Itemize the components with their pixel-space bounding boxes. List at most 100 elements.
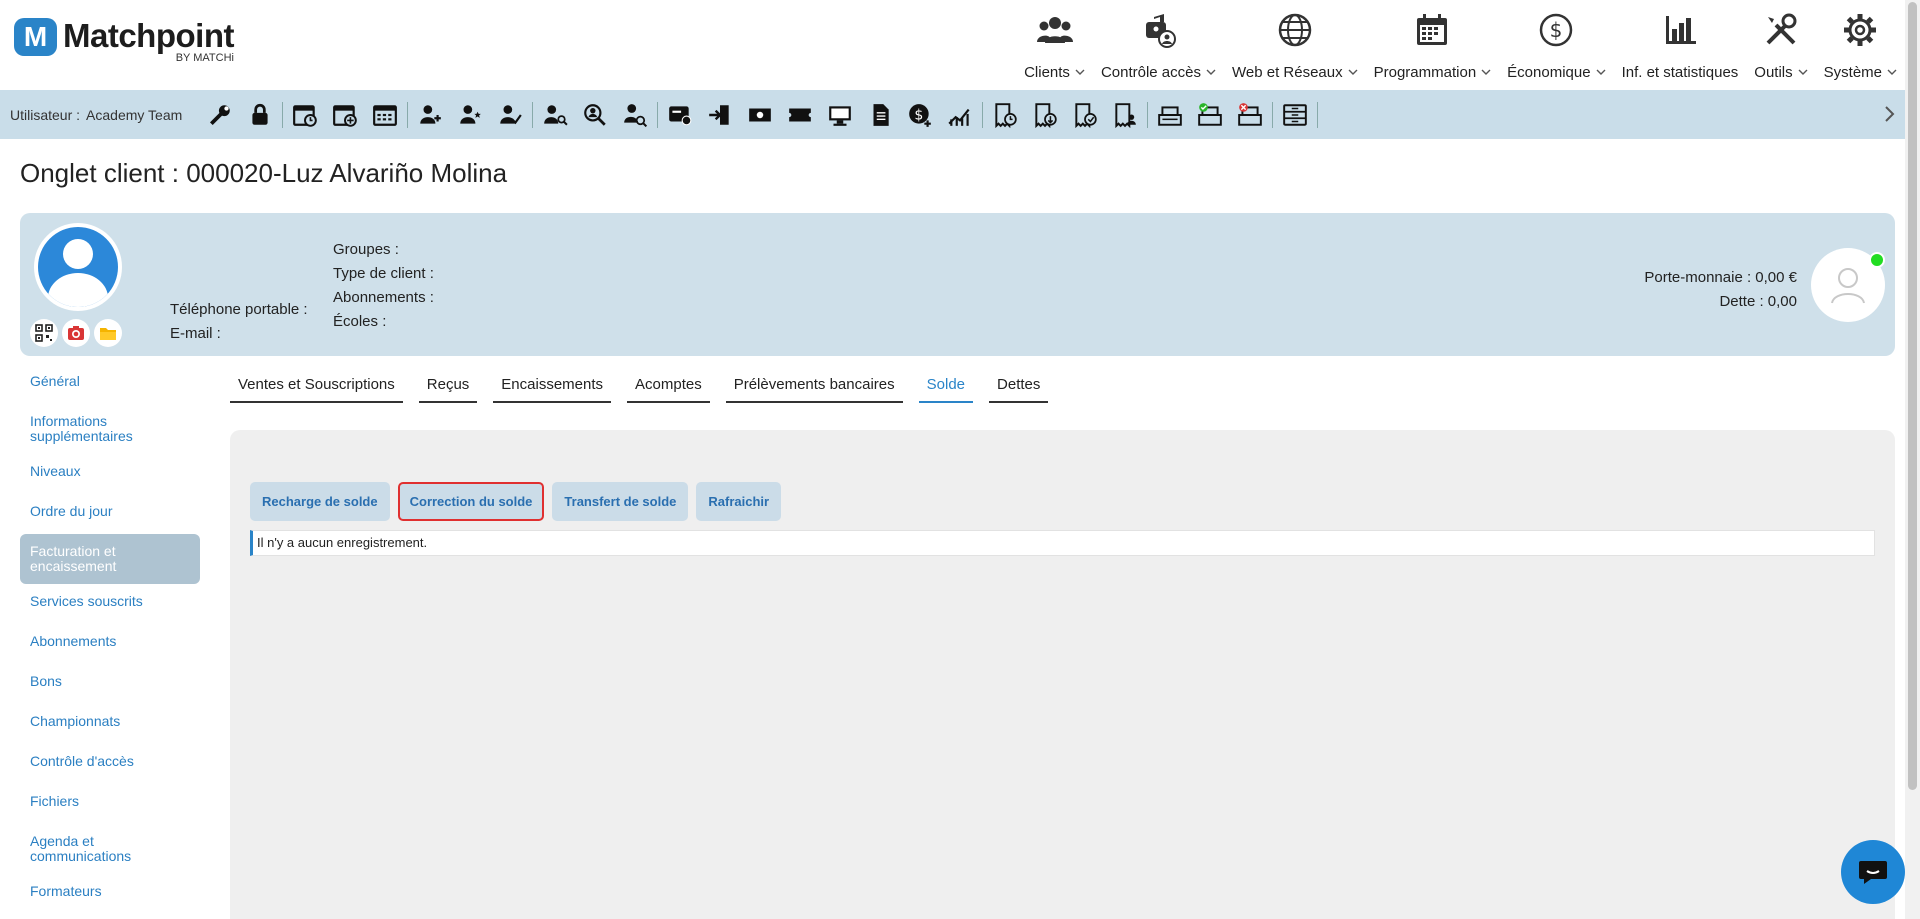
tab-2[interactable]: Encaissements [493,374,612,403]
receipt-check-icon[interactable] [1065,95,1105,135]
sidebar-item-11[interactable]: Agenda et communications [20,824,200,874]
nav-item-1[interactable]: Contrôle accès [1093,0,1224,90]
logo-mark: M [14,18,57,56]
nav-item-label: Outils [1754,64,1793,81]
tab-0[interactable]: Ventes et Souscriptions [230,374,403,403]
tab-1[interactable]: Reçus [418,374,478,403]
wrench-icon[interactable] [200,95,240,135]
client-meta-labels: Groupes : Type de client : Abonnements :… [333,238,434,334]
user-label: Utilisateur : [10,106,81,123]
online-status-dot [1869,252,1885,268]
monitor-icon[interactable] [820,95,860,135]
qr-code-icon[interactable] [30,319,58,347]
coin-add-icon[interactable]: $ [900,95,940,135]
nav-item-label: Inf. et statistiques [1621,64,1739,81]
access-lock-icon [1138,10,1178,50]
chevron-down-icon [1887,64,1897,81]
action-button-3[interactable]: Rafraichir [696,482,782,521]
page-scrollbar[interactable] [1905,0,1920,919]
billing-tabs: Ventes et Souscriptions Reçus Encaissement… [230,374,1049,403]
toolbar-divider [1147,101,1149,128]
register-open-icon[interactable] [1190,95,1230,135]
toolbar-divider [1317,101,1319,128]
tab-3[interactable]: Acomptes [627,374,710,403]
door-enter-icon[interactable] [700,95,740,135]
sidebar-item-4[interactable]: Facturation et encaissement [20,534,200,584]
page-title: Onglet client : 000020-Luz Alvariño Moli… [20,158,508,188]
schools-label: Écoles : [333,313,387,330]
people-icon [1035,10,1075,50]
receipt-down-icon[interactable] [1025,95,1065,135]
user-search-alt-icon[interactable] [615,95,655,135]
client-sidebar: Général Informations supplémentaires Nivea… [20,364,200,914]
tab-5[interactable]: Solde [918,374,974,403]
toolbar-divider [407,101,409,128]
nav-item-7[interactable]: Système [1816,0,1905,90]
user-add-icon[interactable] [410,95,450,135]
chevron-right-icon[interactable] [1883,104,1897,129]
nav-item-5[interactable]: Inf. et statistiques [1614,0,1747,90]
action-button-1[interactable]: Correction du solde [397,482,545,521]
client-avatar[interactable] [34,223,122,311]
chevron-down-icon [1481,64,1491,81]
matchpoint-logo[interactable]: M Matchpoint BY MATCHi [14,18,234,64]
tab-4[interactable]: Prélèvements bancaires [725,374,903,403]
user-search-icon[interactable] [535,95,575,135]
nav-item-0[interactable]: Clients [1016,0,1093,90]
sidebar-item-1[interactable]: Informations supplémentaires [20,404,200,454]
svg-text:$: $ [915,107,924,123]
balance-panel: Recharge de solde Correction du solde Tran… [230,430,1895,919]
toolbar-divider [657,101,659,128]
drawer-icon[interactable] [1275,95,1315,135]
user-check-icon[interactable] [490,95,530,135]
sidebar-item-2[interactable]: Niveaux [20,454,200,494]
nav-item-6[interactable]: Outils [1746,0,1815,90]
sidebar-item-8[interactable]: Championnats [20,704,200,744]
ticket-icon[interactable] [780,95,820,135]
user-star-icon[interactable] [450,95,490,135]
sidebar-item-10[interactable]: Fichiers [20,784,200,824]
sidebar-item-3[interactable]: Ordre du jour [20,494,200,534]
receipt-user-icon[interactable] [1105,95,1145,135]
tab-6[interactable]: Dettes [989,374,1049,403]
chat-button[interactable] [1841,840,1905,904]
chevron-down-icon [1206,64,1216,81]
action-button-2[interactable]: Transfert de solde [552,482,689,521]
sidebar-item-0[interactable]: Général [20,364,200,404]
toolbar-icons: $ [200,95,1320,135]
chat-bubble-icon [1859,861,1887,884]
folder-icon[interactable] [94,319,122,347]
register-close-icon[interactable] [1230,95,1270,135]
sidebar-item-9[interactable]: Contrôle d'accès [20,744,200,784]
nav-item-4[interactable]: $ Économique [1499,0,1613,90]
scrollbar-thumb[interactable] [1908,2,1917,790]
document-icon[interactable] [860,95,900,135]
invoice-card-icon[interactable] [660,95,700,135]
sidebar-item-5[interactable]: Services souscrits [20,584,200,624]
search-person-icon[interactable] [575,95,615,135]
dollar-circle-icon: $ [1536,10,1576,50]
main-navigation: Clients Contrôle accès Web et Réseaux Progr… [1016,0,1905,90]
sidebar-item-7[interactable]: Bons [20,664,200,704]
tools-icon [1761,10,1801,50]
client-contact-labels: Téléphone portable : E-mail : [170,298,308,346]
logo-name: Matchpoint [63,17,234,54]
sidebar-item-12[interactable]: Formateurs [20,874,200,914]
camera-icon[interactable] [62,319,90,347]
lock-icon[interactable] [240,95,280,135]
calendar-add-icon[interactable] [325,95,365,135]
action-button-0[interactable]: Recharge de solde [250,482,390,521]
nav-item-2[interactable]: Web et Réseaux [1224,0,1366,90]
email-label: E-mail : [170,325,221,342]
gear-icon [1840,10,1880,50]
receipt-clock-icon[interactable] [985,95,1025,135]
register-icon[interactable] [1150,95,1190,135]
app-header: M Matchpoint BY MATCHi Clients Contrôle a… [0,0,1905,90]
nav-item-label: Programmation [1373,64,1477,81]
sidebar-item-6[interactable]: Abonnements [20,624,200,664]
cash-icon[interactable] [740,95,780,135]
calendar-clock-icon[interactable] [285,95,325,135]
nav-item-3[interactable]: Programmation [1366,0,1500,90]
calendar-grid-icon[interactable] [365,95,405,135]
growth-chart-icon[interactable] [940,95,980,135]
